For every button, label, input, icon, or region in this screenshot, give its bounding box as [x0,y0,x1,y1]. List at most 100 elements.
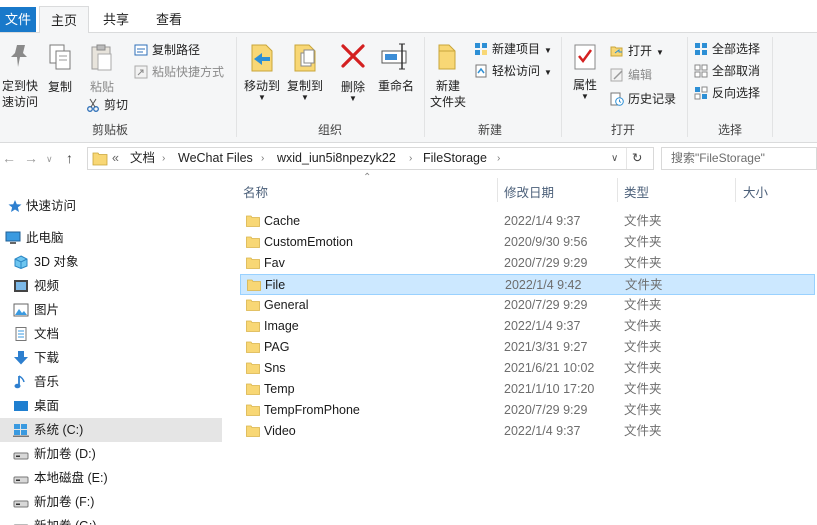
column-divider[interactable] [617,178,618,202]
open-button[interactable]: 打开 ▼ [610,41,664,61]
copy-path-button[interactable]: 复制路径 [134,40,200,60]
delete-button[interactable]: 删除 ▼ [336,43,370,103]
file-type: 文件夹 [624,403,662,417]
dropdown-arrow-icon: ▼ [656,48,664,57]
new-folder-button[interactable]: 新建 文件夹 [428,41,468,110]
file-row[interactable]: Video 2022/1/4 9:37 文件夹 [240,421,815,442]
file-row[interactable]: Temp 2021/1/10 17:20 文件夹 [240,379,815,400]
easy-access-button[interactable]: 轻松访问 ▼ [474,61,552,81]
search-input[interactable]: 搜索"FileStorage" [661,147,817,170]
breadcrumb-wechat-files[interactable]: WeChat Files [178,148,253,169]
breadcrumb-separator-icon[interactable]: › [162,148,165,169]
nav-item-drive-g[interactable]: 新加卷 (G:) [0,514,222,525]
select-all-icon [695,43,707,55]
breadcrumb-separator-icon[interactable]: › [497,148,500,169]
folder-icon [246,404,260,416]
nav-item-3d-objects[interactable]: 3D 对象 [0,250,222,274]
delete-x-icon [341,44,365,68]
edit-button[interactable]: 编辑 [610,65,652,85]
up-arrow-icon[interactable]: ↑ [66,150,73,166]
recent-dropdown-icon[interactable]: ∨ [46,154,53,165]
easy-access-icon [475,64,487,78]
nav-item-music[interactable]: 音乐 [0,370,222,394]
address-dropdown-icon[interactable]: ∨ [611,148,618,169]
folder-icon [246,299,260,311]
nav-item-videos[interactable]: 视频 [0,274,222,298]
desktop-icon [14,401,28,411]
column-header-date[interactable]: 修改日期 [504,182,554,201]
column-divider[interactable] [735,178,736,202]
open-icon [610,46,623,57]
address-bar[interactable]: « 文档 › WeChat Files › wxid_iun5i8npezyk2… [87,147,654,170]
breadcrumb-overflow[interactable]: « [112,148,119,169]
file-row[interactable]: General 2020/7/29 9:29 文件夹 [240,295,815,316]
group-divider [424,37,425,137]
file-row[interactable]: Image 2022/1/4 9:37 文件夹 [240,316,815,337]
computer-icon [5,231,21,244]
rename-button[interactable]: 重命名 [375,41,417,94]
cut-button[interactable]: 剪切 [86,95,128,115]
nav-item-quick-access[interactable]: 快速访问 [0,194,222,218]
column-header-type[interactable]: 类型 [624,182,649,201]
drive-icon [13,500,29,508]
refresh-icon[interactable]: ↻ [632,148,642,169]
file-row[interactable]: TempFromPhone 2020/7/29 9:29 文件夹 [240,400,815,421]
file-row[interactable]: File 2022/1/4 9:42 文件夹 [240,274,815,295]
properties-button[interactable]: 属性 ▼ [565,43,605,101]
breadcrumb-filestorage[interactable]: FileStorage [423,148,487,169]
move-to-dropdown-icon: ▼ [258,93,266,102]
pin-quick-access-button[interactable]: 定到快 速访问 [0,43,40,110]
column-header-size[interactable]: 大小 [743,182,768,201]
file-row[interactable]: Cache 2022/1/4 9:37 文件夹 [240,211,815,232]
file-type: 文件夹 [624,382,662,396]
file-type: 文件夹 [624,340,662,354]
copy-to-button[interactable]: 复制到 ▼ [284,41,326,102]
tab-home[interactable]: 主页 [39,6,89,34]
nav-item-documents[interactable]: 文档 [0,322,222,346]
move-to-button[interactable]: 移动到 ▼ [241,41,283,102]
tab-view[interactable]: 查看 [145,6,193,33]
tab-share[interactable]: 共享 [94,6,138,33]
nav-item-drive-f[interactable]: 新加卷 (F:) [0,490,222,514]
file-row[interactable]: CustomEmotion 2020/9/30 9:56 文件夹 [240,232,815,253]
navigation-pane: 快速访问 此电脑 3D 对象 视频 图片 文档 下载 音乐 桌面 系统 (C:)… [0,174,222,525]
history-label: 历史记录 [628,92,677,106]
file-name: File [265,278,286,292]
column-header-name[interactable]: 名称 [243,182,268,201]
nav-item-desktop[interactable]: 桌面 [0,394,222,418]
dropdown-arrow-icon: ▼ [544,68,552,77]
nav-item-pictures[interactable]: 图片 [0,298,222,322]
nav-label: 文档 [34,327,60,341]
back-arrow-icon[interactable]: ← [2,150,16,166]
copy-button[interactable]: 复制 [44,43,76,95]
nav-item-this-pc[interactable]: 此电脑 [0,226,222,250]
nav-label: 新加卷 (G:) [34,514,97,525]
paste-button[interactable]: 粘贴 [84,43,120,95]
paste-icon [91,44,112,71]
history-button[interactable]: 历史记录 [610,89,676,109]
file-row[interactable]: PAG 2021/3/31 9:27 文件夹 [240,337,815,358]
nav-item-drive-e[interactable]: 本地磁盘 (E:) [0,466,222,490]
column-divider[interactable] [497,178,498,202]
new-folder-icon [438,44,456,70]
breadcrumb-wxid[interactable]: wxid_iun5i8npezyk22 [277,148,396,169]
file-row[interactable]: Sns 2021/6/21 10:02 文件夹 [240,358,815,379]
nav-item-downloads[interactable]: 下载 [0,346,222,370]
easy-access-label: 轻松访问 [492,64,541,78]
breadcrumb-documents[interactable]: 文档 [130,148,155,169]
breadcrumb-separator-icon[interactable]: › [409,148,412,169]
file-date: 2022/1/4 9:37 [504,424,581,438]
nav-item-drive-d[interactable]: 新加卷 (D:) [0,442,222,466]
file-name: Cache [264,214,301,228]
tab-file[interactable]: 文件 [0,7,36,32]
select-none-button[interactable]: 全部取消 [694,61,760,81]
file-name: CustomEmotion [264,235,353,249]
nav-item-drive-c[interactable]: 系统 (C:) [0,418,222,442]
file-row[interactable]: Fav 2020/7/29 9:29 文件夹 [240,253,815,274]
paste-shortcut-button[interactable]: 粘贴快捷方式 [134,62,224,82]
breadcrumb-separator-icon[interactable]: › [261,148,264,169]
forward-arrow-icon[interactable]: → [24,150,38,166]
new-item-button[interactable]: 新建项目 ▼ [474,39,552,59]
invert-selection-button[interactable]: 反向选择 [694,83,760,103]
select-all-button[interactable]: 全部选择 [694,39,760,59]
